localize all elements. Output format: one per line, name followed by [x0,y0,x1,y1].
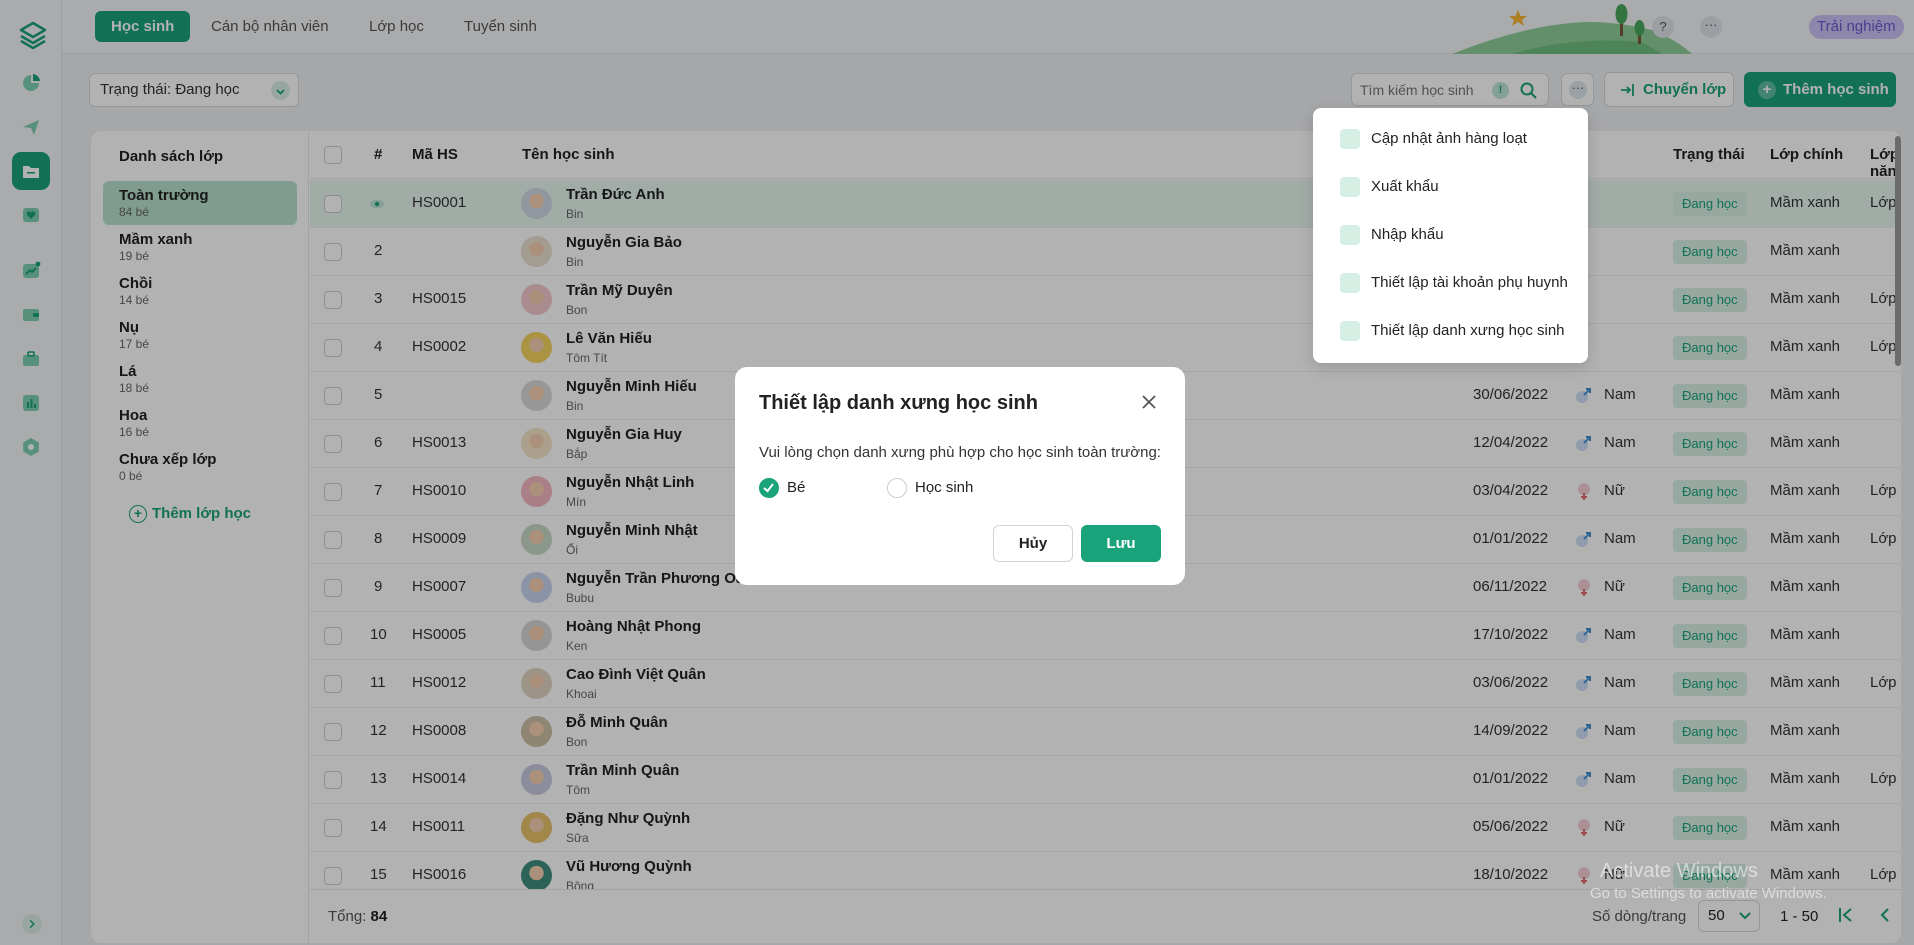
menu-item-label: Thiết lập danh xưng học sinh [1371,322,1565,339]
gear-icon [1340,321,1360,341]
activate-windows-watermark: Activate Windows Go to Settings to activ… [1590,860,1827,902]
student-title-modal: Thiết lập danh xưng học sinh Vui lòng ch… [735,367,1185,585]
radio-label: Học sinh [915,479,974,496]
modal-description: Vui lòng chọn danh xưng phù hợp cho học … [759,444,1161,461]
upload-icon [1340,225,1360,245]
radio-checked-icon [759,478,779,498]
parent-user-icon [1340,273,1360,293]
save-button[interactable]: Lưu [1081,525,1161,562]
menu-item-bulk-photo[interactable]: Cập nhật ảnh hàng loạt [1313,119,1588,159]
menu-item-label: Xuất khẩu [1371,178,1439,195]
menu-item-export[interactable]: Xuất khẩu [1313,167,1588,207]
cancel-button[interactable]: Hủy [993,525,1073,562]
radio-label: Bé [787,479,806,496]
close-icon[interactable] [1139,392,1159,412]
radio-unchecked-icon [887,478,907,498]
more-actions-menu: Cập nhật ảnh hàng loạt Xuất khẩu Nhập kh… [1313,108,1588,363]
menu-item-student-title[interactable]: Thiết lập danh xưng học sinh [1313,311,1588,351]
menu-item-label: Thiết lập tài khoản phụ huynh [1371,274,1568,291]
image-icon [1340,129,1360,149]
watermark-line-1: Activate Windows [1600,860,1758,882]
download-icon [1340,177,1360,197]
modal-title: Thiết lập danh xưng học sinh [759,392,1038,414]
menu-item-label: Cập nhật ảnh hàng loạt [1371,130,1527,147]
watermark-line-2: Go to Settings to activate Windows. [1590,885,1827,902]
menu-item-label: Nhập khẩu [1371,226,1444,243]
menu-item-import[interactable]: Nhập khẩu [1313,215,1588,255]
menu-item-parent-account[interactable]: Thiết lập tài khoản phụ huynh [1313,263,1588,303]
